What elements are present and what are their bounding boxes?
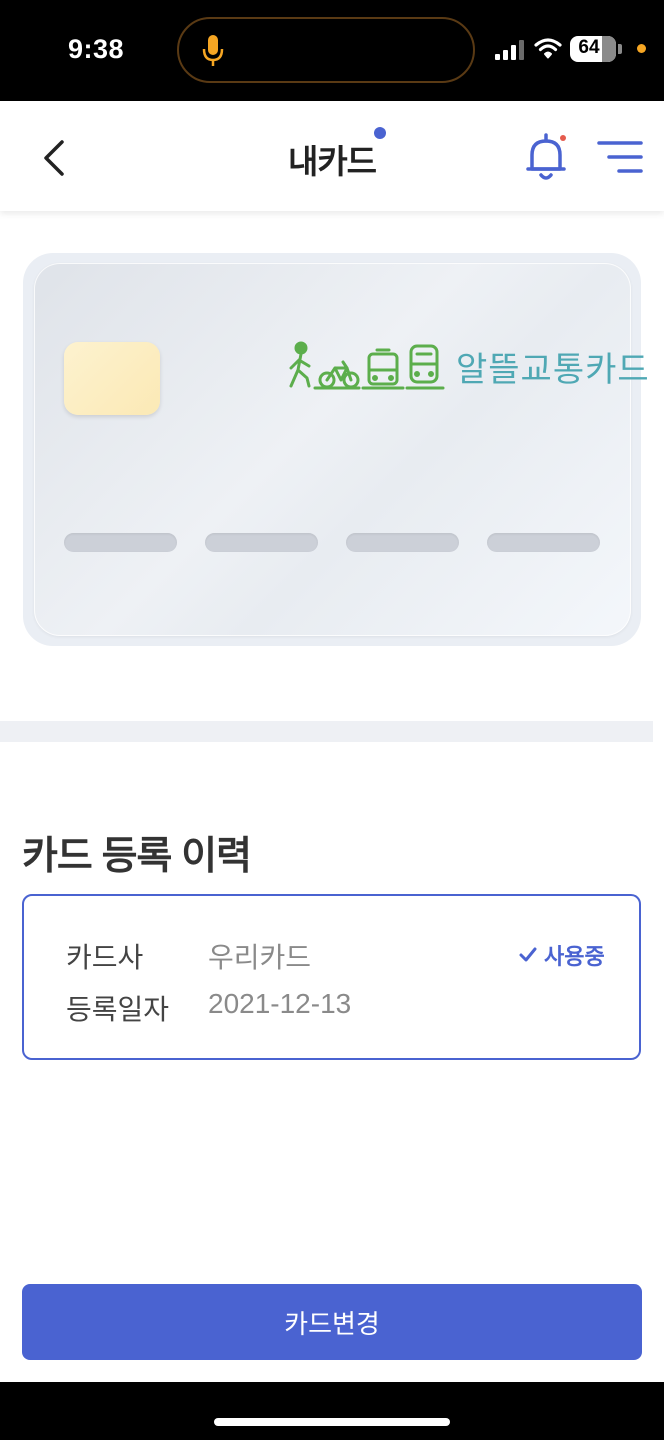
privacy-indicator-dot xyxy=(637,44,646,53)
card-company-value: 우리카드 xyxy=(208,942,312,973)
battery-level: 64 xyxy=(578,37,600,58)
registration-date-label: 등록일자 xyxy=(66,994,170,1025)
train-icon xyxy=(405,344,445,390)
home-bar xyxy=(0,1382,664,1440)
bell-icon[interactable] xyxy=(524,131,568,183)
page: 9:38 64 내카드 알뜰교통카드 카드 등록 이력 카드사 우리카드 등록일… xyxy=(0,0,664,1440)
card-number-placeholder xyxy=(487,533,600,552)
transport-card-image xyxy=(34,263,631,636)
mic-icon xyxy=(202,35,224,66)
status-bar: 9:38 64 xyxy=(0,0,664,101)
dynamic-island xyxy=(177,17,475,83)
check-icon xyxy=(519,947,537,962)
card-chip xyxy=(64,342,160,415)
card-number-placeholder xyxy=(346,533,459,552)
status-text: 사용중 xyxy=(544,944,605,969)
bus-icon xyxy=(361,348,405,390)
card-company-label: 카드사 xyxy=(66,942,144,973)
card-logo-icons xyxy=(289,341,445,390)
battery-nub xyxy=(618,44,622,54)
home-indicator[interactable] xyxy=(214,1418,450,1426)
app-header: 내카드 xyxy=(0,101,664,211)
section-title: 카드 등록 이력 xyxy=(22,835,252,878)
status-badge: 사용중 xyxy=(518,939,605,971)
registration-date-value: 2021-12-13 xyxy=(208,988,352,1019)
status-time: 9:38 xyxy=(68,34,125,64)
menu-icon[interactable] xyxy=(597,139,643,175)
section-divider xyxy=(0,721,653,742)
wifi-icon xyxy=(534,38,562,59)
change-card-button[interactable]: 카드변경 xyxy=(22,1284,642,1360)
card-history-item[interactable]: 카드사 우리카드 등록일자 2021-12-13 사용중 xyxy=(22,894,641,1060)
battery-icon: 64 xyxy=(570,36,616,62)
cellular-signal-icon xyxy=(495,40,524,60)
card-number-placeholder xyxy=(64,533,177,552)
bicycle-icon xyxy=(313,360,361,390)
title-badge-dot xyxy=(374,127,386,139)
card-logo-text: 알뜰교통카드 xyxy=(456,351,650,389)
card-number-placeholder xyxy=(205,533,318,552)
walking-person-icon xyxy=(289,341,311,388)
